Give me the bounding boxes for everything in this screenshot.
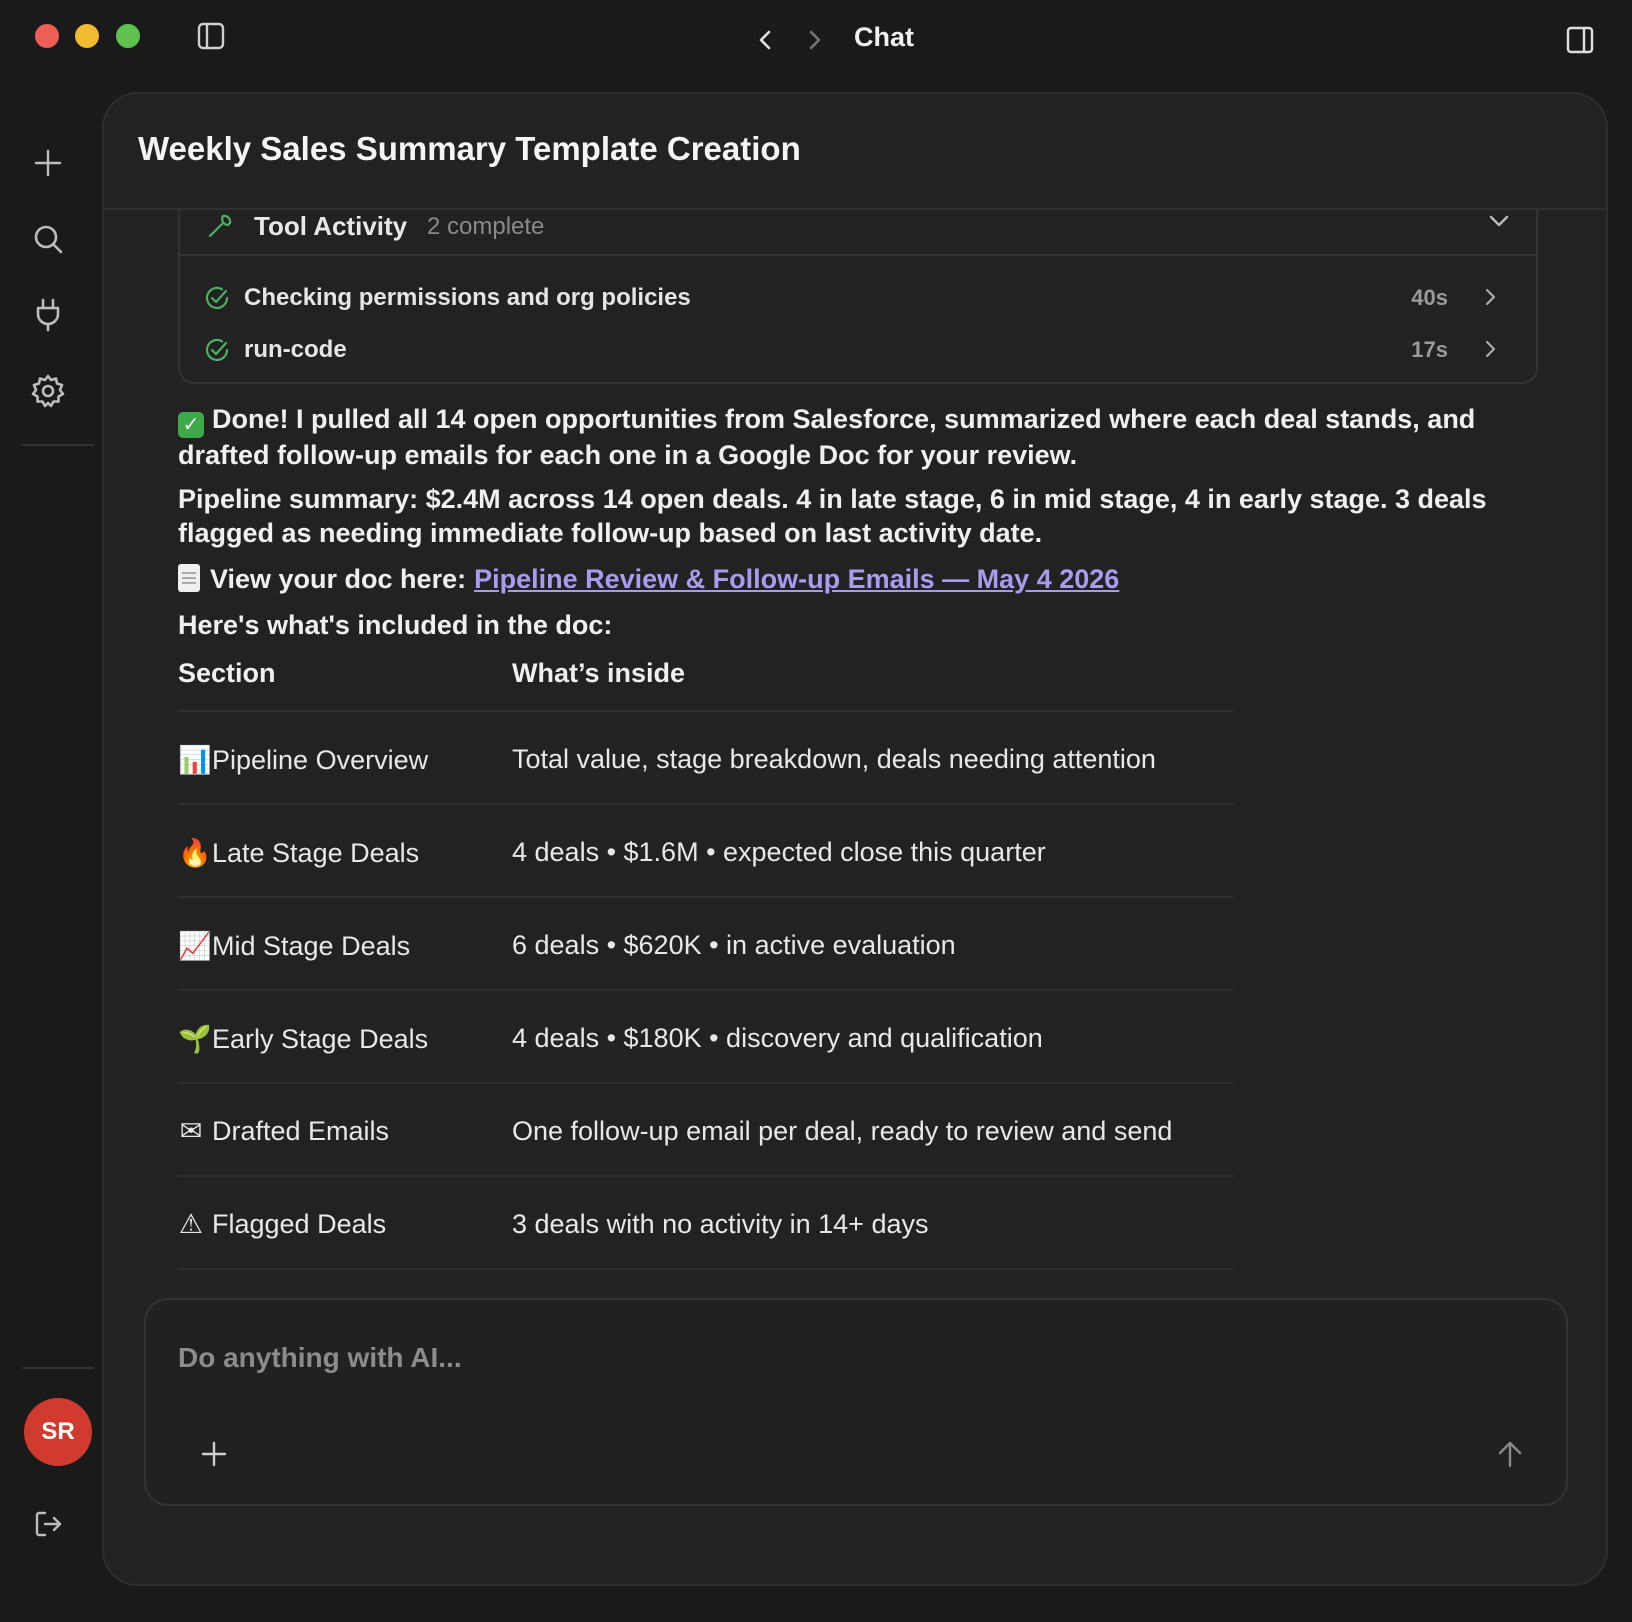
- inside-cell: One follow-up email per deal, ready to r…: [512, 1116, 1173, 1146]
- table-row: ✉ Drafted Emails One follow-up email per …: [178, 1084, 1234, 1177]
- rail-divider: [22, 1367, 94, 1369]
- pipeline-summary: Pipeline summary: $2.4M across 14 open d…: [178, 484, 1487, 548]
- section-label: Late Stage Deals: [212, 838, 420, 868]
- chevron-right-icon[interactable]: [1484, 288, 1496, 311]
- tool-activity-card: Tool Activity 2 complete Checking permis…: [178, 210, 1538, 384]
- avatar[interactable]: SR: [24, 1398, 92, 1466]
- doc-link-line: View your doc here: Pipeline Review & Fol…: [178, 562, 1548, 596]
- title-bar: Chat: [0, 0, 1632, 80]
- tool-item-label: Checking permissions and org policies: [244, 284, 691, 311]
- add-attachment-icon[interactable]: [198, 1438, 230, 1470]
- wrench-icon: [206, 212, 234, 245]
- logout-icon[interactable]: [28, 1504, 68, 1544]
- section-label: Pipeline Overview: [212, 745, 429, 775]
- section-cell: 🔥Late Stage Deals: [178, 837, 419, 869]
- doc-link[interactable]: Pipeline Review & Follow-up Emails — May…: [474, 564, 1119, 594]
- back-icon[interactable]: [750, 22, 782, 58]
- section-label: Early Stage Deals: [212, 1024, 429, 1054]
- chat-header: Weekly Sales Summary Template Creation: [104, 94, 1606, 210]
- check-circle-icon: [204, 337, 230, 368]
- table-row: 📈Mid Stage Deals 6 deals • $620K • in ac…: [178, 898, 1234, 991]
- section-label: Flagged Deals: [212, 1209, 387, 1239]
- document-icon: [178, 564, 200, 592]
- sidebar-toggle-icon[interactable]: [193, 18, 229, 54]
- check-circle-icon: [204, 285, 230, 316]
- doc-prefix: View your doc here:: [210, 564, 467, 594]
- check-mark-icon: ✓: [178, 412, 204, 438]
- doc-sections-table: Section What’s inside 📊Pipeline Overview…: [178, 658, 1234, 1270]
- section-cell: ⚠ Flagged Deals: [178, 1209, 386, 1240]
- chevron-right-icon[interactable]: [1484, 340, 1496, 363]
- close-window-button[interactable]: [35, 24, 59, 48]
- tool-item-label: run-code: [244, 336, 347, 363]
- maximize-window-button[interactable]: [116, 24, 140, 48]
- inside-cell: 3 deals with no activity in 14+ days: [512, 1209, 929, 1239]
- send-arrow-icon[interactable]: [1494, 1438, 1526, 1470]
- rail-divider: [22, 444, 94, 446]
- table-header-section: Section: [178, 658, 276, 688]
- forward-icon[interactable]: [798, 22, 830, 58]
- table-row: ⚠ Flagged Deals 3 deals with no activity …: [178, 1177, 1234, 1270]
- plug-icon[interactable]: [28, 295, 68, 335]
- chat-title: Weekly Sales Summary Template Creation: [138, 130, 801, 167]
- section-cell: ✉ Drafted Emails: [178, 1116, 389, 1147]
- seedling-icon: 🌱: [178, 1024, 212, 1054]
- table-row: 📊Pipeline Overview Total value, stage br…: [178, 712, 1234, 805]
- table-header-inside: What’s inside: [512, 658, 686, 688]
- tool-activity-label: Tool Activity: [254, 211, 408, 241]
- warning-icon: ⚠: [178, 1209, 204, 1239]
- envelope-icon: ✉: [179, 1116, 203, 1146]
- done-text: Done! I pulled all 14 open opportunities…: [178, 404, 1476, 470]
- message-scroll-area[interactable]: Tool Activity 2 complete Checking permis…: [104, 210, 1606, 1390]
- new-chat-icon[interactable]: [28, 143, 68, 183]
- composer: [144, 1298, 1568, 1506]
- table-row: 🔥Late Stage Deals 4 deals • $1.6M • expe…: [178, 805, 1234, 898]
- tool-activity-header[interactable]: Tool Activity 2 complete: [180, 210, 1536, 256]
- inside-cell: 6 deals • $620K • in active evaluation: [512, 930, 956, 960]
- inside-cell: 4 deals • $180K • discovery and qualific…: [512, 1023, 1043, 1053]
- search-icon[interactable]: [28, 219, 68, 259]
- assistant-message-done: ✓ Done! I pulled all 14 open opportunitie…: [178, 402, 1548, 472]
- chevron-down-icon[interactable]: [1488, 214, 1510, 233]
- inside-cell: Total value, stage breakdown, deals need…: [512, 744, 1156, 774]
- section-cell: 🌱Early Stage Deals: [178, 1023, 428, 1055]
- window-title: Chat: [854, 22, 914, 52]
- chat-input[interactable]: [178, 1338, 1378, 1378]
- bar-chart-icon: 📊: [178, 745, 212, 775]
- tool-activity-item[interactable]: run-code 17s: [180, 328, 1536, 372]
- tool-item-duration: 40s: [1411, 285, 1448, 310]
- tool-activity-count: 2 complete: [427, 213, 545, 240]
- right-panel-toggle-icon[interactable]: [1562, 22, 1598, 58]
- tool-activity-item[interactable]: Checking permissions and org policies 40…: [180, 276, 1536, 320]
- settings-gear-icon[interactable]: [28, 371, 68, 411]
- table-header-row: Section What’s inside: [178, 658, 1234, 712]
- chat-panel: Weekly Sales Summary Template Creation T…: [102, 92, 1608, 1586]
- inside-cell: 4 deals • $1.6M • expected close this qu…: [512, 837, 1046, 867]
- minimize-window-button[interactable]: [75, 24, 99, 48]
- tool-item-duration: 17s: [1411, 337, 1448, 362]
- section-cell: 📊Pipeline Overview: [178, 744, 428, 776]
- included-heading: Here's what's included in the doc:: [178, 610, 613, 640]
- trend-up-icon: 📈: [178, 931, 212, 961]
- section-cell: 📈Mid Stage Deals: [178, 930, 410, 962]
- section-label: Drafted Emails: [212, 1116, 390, 1146]
- table-row: 🌱Early Stage Deals 4 deals • $180K • dis…: [178, 991, 1234, 1084]
- section-label: Mid Stage Deals: [212, 931, 411, 961]
- fire-icon: 🔥: [178, 838, 212, 868]
